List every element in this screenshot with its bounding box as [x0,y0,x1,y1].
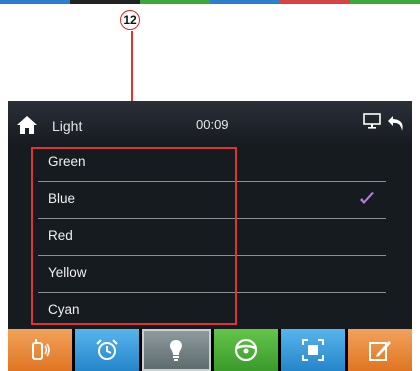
callout-number: 12 [120,10,140,30]
callout-marker: 12 [120,10,142,32]
light-bulb-icon [170,340,183,361]
checkmark-icon [360,192,374,204]
top-color-strip [0,0,420,4]
page-title: Light [52,118,83,134]
screen-button[interactable] [280,329,345,371]
intercom-button[interactable] [8,329,73,371]
time-display: 00:09 [196,117,229,132]
callout-highlight-box [31,147,237,325]
edit-icon [368,341,391,361]
header-bar: Light 00:09 [8,101,412,145]
steering-button[interactable] [213,329,278,371]
steering-wheel-icon [234,338,257,362]
light-button[interactable] [142,329,211,371]
intercom-icon [32,339,50,360]
edit-button[interactable] [347,329,413,371]
alarm-button[interactable] [75,329,140,371]
bottom-nav-bar [8,329,413,371]
home-icon[interactable] [16,115,38,135]
screen-icon [301,339,324,361]
back-arrow-icon[interactable] [387,113,407,133]
alarm-clock-icon [96,339,118,360]
monitor-icon[interactable] [363,113,381,129]
